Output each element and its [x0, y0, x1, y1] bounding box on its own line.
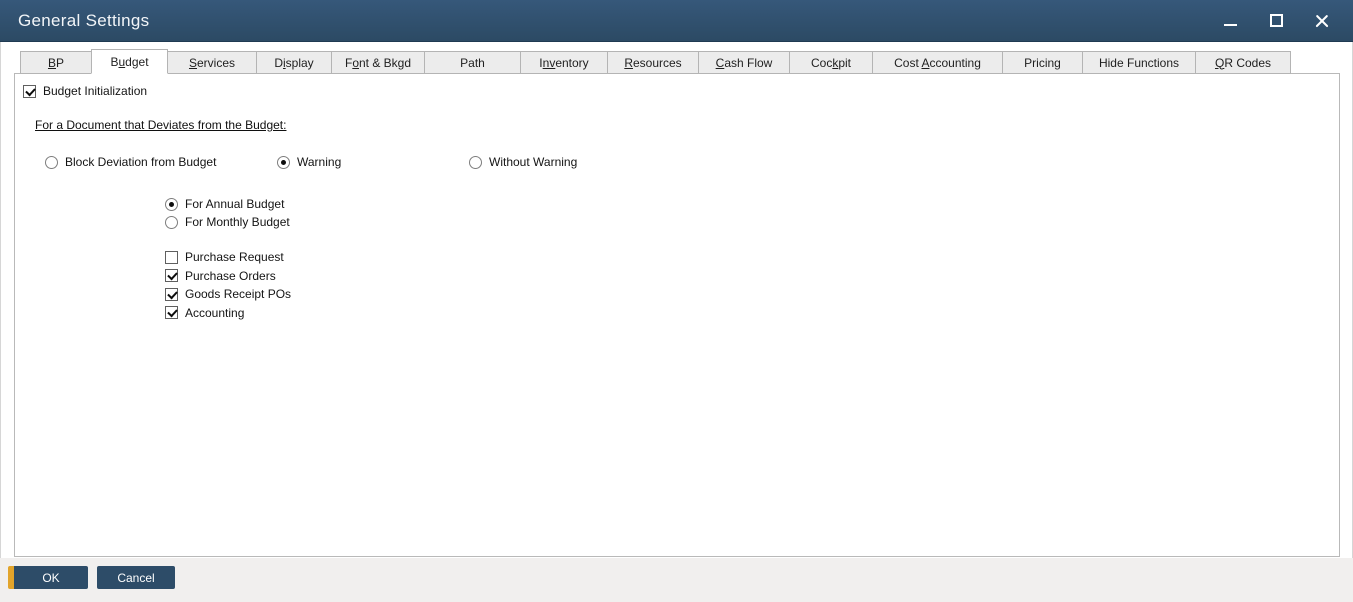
close-icon: [1315, 14, 1329, 28]
minimize-icon: [1223, 24, 1237, 26]
radio-icon: [165, 197, 178, 211]
tab-budget[interactable]: Budget: [91, 49, 168, 74]
budget-initialization-checkbox[interactable]: Budget Initialization: [23, 84, 147, 98]
radio-without-warning[interactable]: Without Warning: [469, 155, 577, 169]
tab-resources[interactable]: Resources: [607, 51, 699, 74]
radio-warning[interactable]: Warning: [277, 155, 341, 169]
page-title: General Settings: [18, 10, 150, 30]
tab-pricing[interactable]: Pricing: [1002, 51, 1083, 74]
radio-label: Block Deviation from Budget: [65, 155, 217, 169]
footer-bar: OK Cancel: [0, 558, 1353, 602]
window-controls: [1221, 12, 1335, 30]
cancel-button-label: Cancel: [117, 570, 155, 585]
tab-cost-accounting[interactable]: Cost Accounting: [872, 51, 1003, 74]
checkbox-label: Purchase Request: [185, 250, 284, 264]
tab-display[interactable]: Display: [256, 51, 332, 74]
checkbox-purchase-orders[interactable]: Purchase Orders: [165, 269, 291, 283]
ok-button[interactable]: OK: [8, 566, 88, 589]
titlebar: General Settings: [0, 0, 1353, 42]
checkbox-label: Purchase Orders: [185, 268, 276, 283]
checkbox-goods-receipt-pos[interactable]: Goods Receipt POs: [165, 287, 291, 301]
cancel-button[interactable]: Cancel: [97, 566, 175, 589]
radio-block-deviation[interactable]: Block Deviation from Budget: [45, 155, 216, 169]
budget-tab-panel: Budget Initialization For a Document tha…: [14, 73, 1340, 557]
radio-icon: [469, 155, 482, 169]
tab-cash-flow[interactable]: Cash Flow: [698, 51, 790, 74]
tab-font-bkgd[interactable]: Font & Bkgd: [331, 51, 425, 74]
tab-services[interactable]: Services: [167, 51, 257, 74]
radio-icon: [45, 155, 58, 169]
radio-label: Warning: [297, 155, 342, 169]
document-types-group: Purchase Request Purchase Orders Goods R…: [165, 250, 291, 320]
deviation-heading: For a Document that Deviates from the Bu…: [35, 118, 287, 132]
checkbox-label: Goods Receipt POs: [185, 287, 292, 301]
radio-for-annual-budget[interactable]: For Annual Budget: [165, 197, 290, 211]
maximize-button[interactable]: [1267, 12, 1285, 30]
radio-for-monthly-budget[interactable]: For Monthly Budget: [165, 215, 290, 229]
tab-bp[interactable]: BP: [20, 51, 92, 74]
ok-button-label: OK: [42, 570, 60, 585]
checkbox-icon: [165, 269, 178, 282]
checkbox-icon: [165, 250, 178, 264]
minimize-button[interactable]: [1221, 12, 1239, 30]
radio-icon: [277, 155, 290, 169]
tab-cockpit[interactable]: Cockpit: [789, 51, 873, 74]
tab-strip: BP Budget Services Display Font & Bkgd P…: [20, 49, 1291, 74]
radio-icon: [165, 215, 178, 229]
radio-label: Without Warning: [489, 155, 578, 169]
checkbox-purchase-request[interactable]: Purchase Request: [165, 250, 291, 264]
radio-label: For Monthly Budget: [185, 215, 290, 229]
radio-label: For Annual Budget: [185, 197, 285, 211]
checkbox-label: Accounting: [185, 305, 245, 320]
checkbox-icon: [165, 306, 178, 319]
checkbox-icon: [165, 287, 178, 301]
checkbox-icon: [23, 84, 36, 98]
budget-period-group: For Annual Budget For Monthly Budget: [165, 197, 290, 229]
close-button[interactable]: [1313, 12, 1331, 30]
maximize-icon: [1269, 14, 1283, 27]
tab-inventory[interactable]: Inventory: [520, 51, 608, 74]
tab-qr-codes[interactable]: QR Codes: [1195, 51, 1291, 74]
tab-hide-functions[interactable]: Hide Functions: [1082, 51, 1196, 74]
tab-path[interactable]: Path: [424, 51, 521, 74]
budget-initialization-label: Budget Initialization: [43, 84, 148, 98]
checkbox-accounting[interactable]: Accounting: [165, 306, 291, 320]
